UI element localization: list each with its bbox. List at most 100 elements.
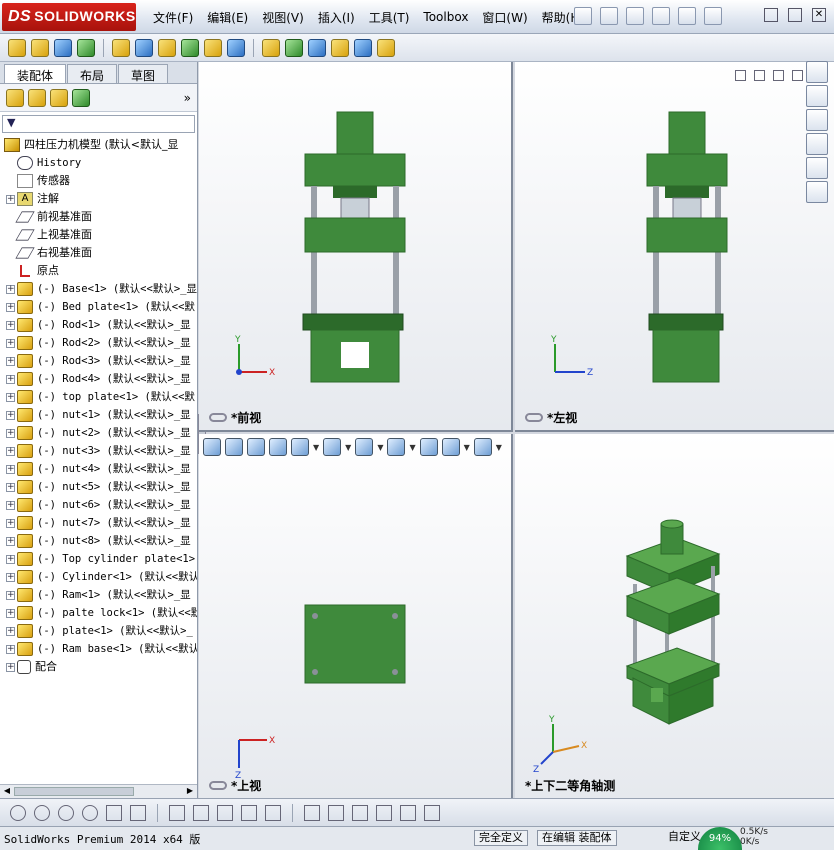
tree-root[interactable]: 四柱压力机模型 (默认<默认_显 xyxy=(0,136,197,154)
minimize-icon[interactable] xyxy=(764,8,778,22)
expand-icon[interactable]: + xyxy=(6,536,15,546)
horizontal-icon[interactable] xyxy=(241,804,257,821)
tree-filter[interactable]: ▼ xyxy=(2,115,195,133)
menu-insert[interactable]: 插入(I) xyxy=(311,9,362,26)
link-views-icon[interactable] xyxy=(209,413,227,422)
property-manager-icon[interactable] xyxy=(28,88,46,107)
expand-icon[interactable]: + xyxy=(6,302,15,312)
component-row[interactable]: + (-) palte lock<1> (默认<<默 xyxy=(0,604,197,622)
menu-toolbox[interactable]: Toolbox xyxy=(416,10,475,24)
menu-tools[interactable]: 工具(T) xyxy=(362,9,417,26)
expand-icon[interactable]: + xyxy=(6,518,15,528)
component-row[interactable]: + (-) nut<6> (默认<<默认>_显 xyxy=(0,496,197,514)
tree-item[interactable]: 上视基准面 xyxy=(0,226,197,244)
tree-item[interactable]: 前视基准面 xyxy=(0,208,197,226)
parallel-icon[interactable] xyxy=(217,804,233,821)
pin-icon[interactable] xyxy=(574,7,592,25)
expand-icon[interactable]: + xyxy=(6,662,15,672)
chevron-down-icon[interactable]: ▼ xyxy=(464,443,470,452)
quadrant-icon[interactable] xyxy=(82,804,98,821)
expand-icon[interactable]: + xyxy=(6,428,15,438)
four-viewport-icon[interactable] xyxy=(424,804,440,821)
component-row[interactable]: + (-) Rod<4> (默认<<默认>_显 xyxy=(0,370,197,388)
rebuild-icon[interactable] xyxy=(678,7,696,25)
viewport-front[interactable]: Y X *前视 xyxy=(199,62,513,432)
assembly-features-icon[interactable] xyxy=(204,38,222,57)
component-row[interactable]: + (-) plate<1> (默认<<默认>_ xyxy=(0,622,197,640)
expand-icon[interactable]: + xyxy=(6,482,15,492)
component-row[interactable]: + (-) Ram base<1> (默认<<默认 xyxy=(0,640,197,658)
dimension-icon[interactable] xyxy=(304,804,320,821)
component-row[interactable]: + (-) Base<1> (默认<<默认>_显 xyxy=(0,280,197,298)
perpendicular-icon[interactable] xyxy=(193,804,209,821)
solidworks-logo[interactable]: DS SOLIDWORKS xyxy=(2,3,136,31)
expand-icon[interactable]: + xyxy=(6,608,15,618)
hide-show-items-icon[interactable] xyxy=(387,438,406,456)
interference-detection-icon[interactable] xyxy=(354,38,372,57)
link-views-icon[interactable] xyxy=(209,781,227,790)
scroll-thumb[interactable] xyxy=(14,787,134,796)
angle-icon[interactable] xyxy=(352,804,368,821)
component-row[interactable]: + (-) Top cylinder plate<1> xyxy=(0,550,197,568)
tangent-icon[interactable] xyxy=(169,804,185,821)
tree-item[interactable]: + 配合 xyxy=(0,658,197,676)
help-icon[interactable] xyxy=(704,7,722,25)
linear-pattern-icon[interactable] xyxy=(112,38,130,57)
design-library-icon[interactable] xyxy=(806,85,828,107)
component-preview-icon[interactable] xyxy=(77,38,95,57)
component-row[interactable]: + (-) nut<2> (默认<<默认>_显 xyxy=(0,424,197,442)
center-point-icon[interactable] xyxy=(34,804,50,821)
show-hidden-icon[interactable] xyxy=(181,38,199,57)
expand-icon[interactable]: + xyxy=(6,644,15,654)
restore-icon[interactable] xyxy=(788,8,802,22)
close-icon[interactable]: ✕ xyxy=(812,8,826,22)
zoom-to-fit-icon[interactable] xyxy=(203,438,221,456)
expand-icon[interactable]: + xyxy=(6,590,15,600)
new-part-icon[interactable] xyxy=(31,38,49,57)
point-icon[interactable] xyxy=(10,804,26,821)
edit-appearance-icon[interactable] xyxy=(419,438,438,456)
expand-icon[interactable]: + xyxy=(6,338,15,348)
home-icon[interactable] xyxy=(806,61,828,83)
display-style-icon[interactable] xyxy=(355,438,374,456)
expand-icon[interactable]: + xyxy=(6,572,15,582)
component-row[interactable]: + (-) Rod<2> (默认<<默认>_显 xyxy=(0,334,197,352)
explode-line-sketch-icon[interactable] xyxy=(331,38,349,57)
smart-fasteners-icon[interactable] xyxy=(135,38,153,57)
exploded-view-icon[interactable] xyxy=(308,38,326,57)
expand-icon[interactable]: + xyxy=(6,446,15,456)
component-row[interactable]: + (-) top plate<1> (默认<<默 xyxy=(0,388,197,406)
display-manager-icon[interactable] xyxy=(72,88,90,107)
reference-geometry-icon[interactable] xyxy=(227,38,245,57)
tree-item[interactable]: History xyxy=(0,154,197,172)
chevron-down-icon[interactable]: ▼ xyxy=(409,443,415,452)
chevron-down-icon[interactable]: ▼ xyxy=(377,443,383,452)
menu-window[interactable]: 窗口(W) xyxy=(475,9,534,26)
viewport-left[interactable]: Y Z *左视 xyxy=(515,62,834,432)
viewport-top[interactable]: ▼ ▼ ▼ ▼ ▼ ▼ X Z *上视 xyxy=(199,434,513,798)
appearances-icon[interactable] xyxy=(806,157,828,179)
new-document-icon[interactable] xyxy=(600,7,618,25)
expand-icon[interactable]: + xyxy=(6,374,15,384)
file-explorer-icon[interactable] xyxy=(806,109,828,131)
grid-icon[interactable] xyxy=(328,804,344,821)
view-settings-icon[interactable] xyxy=(473,438,492,456)
feature-manager-icon[interactable] xyxy=(6,88,24,107)
component-row[interactable]: + (-) nut<1> (默认<<默认>_显 xyxy=(0,406,197,424)
expand-icon[interactable]: + xyxy=(6,356,15,366)
component-row[interactable]: + (-) nut<8> (默认<<默认>_显 xyxy=(0,532,197,550)
component-row[interactable]: + (-) Cylinder<1> (默认<<默认 xyxy=(0,568,197,586)
expand-icon[interactable]: + xyxy=(6,554,15,564)
viewport-minimize-icon[interactable] xyxy=(773,70,784,81)
menu-edit[interactable]: 编辑(E) xyxy=(200,9,255,26)
previous-view-icon[interactable] xyxy=(247,438,265,456)
chevron-down-icon[interactable]: ▼ xyxy=(345,443,351,452)
expand-icon[interactable]: + xyxy=(6,284,15,294)
instant3d-icon[interactable] xyxy=(377,38,395,57)
nearest-icon[interactable] xyxy=(130,804,146,821)
bill-of-materials-icon[interactable] xyxy=(285,38,303,57)
next-view-icon[interactable] xyxy=(754,70,765,81)
component-row[interactable]: + (-) nut<7> (默认<<默认>_显 xyxy=(0,514,197,532)
viewport-isometric[interactable]: Y X Z *上下二等角轴测 xyxy=(515,434,834,798)
expand-icon[interactable]: + xyxy=(6,500,15,510)
